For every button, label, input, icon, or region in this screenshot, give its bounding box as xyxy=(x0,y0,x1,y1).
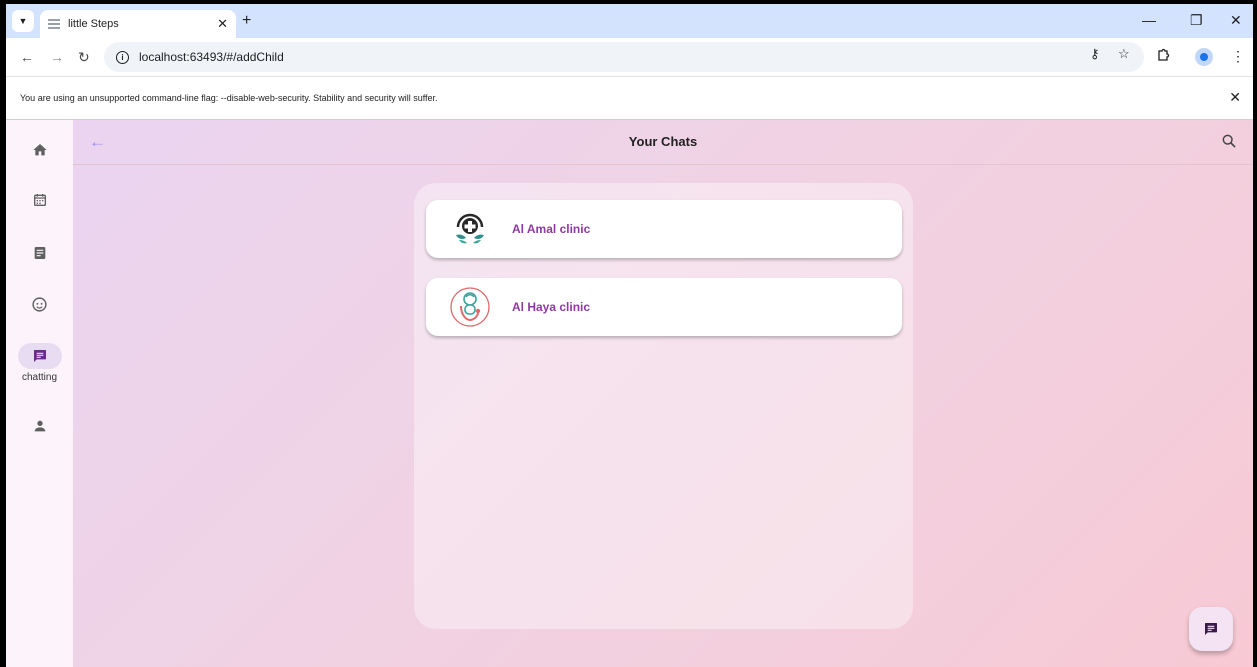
new-tab-button[interactable]: + xyxy=(242,12,251,30)
extensions-icon[interactable] xyxy=(1156,48,1170,65)
message-icon xyxy=(1205,623,1217,635)
nav-item-chatting[interactable]: chatting xyxy=(6,343,73,383)
url-text: localhost:63493/#/addChild xyxy=(139,50,284,64)
tab-strip: ▼ little Steps ✕ + — ❐ ✕ xyxy=(6,4,1253,38)
address-bar[interactable]: i localhost:63493/#/addChild xyxy=(104,42,1144,72)
nav-label-chatting: chatting xyxy=(21,372,58,383)
face-icon xyxy=(18,291,62,317)
chat-item-al-haya[interactable]: Al Haya clinic xyxy=(426,278,902,336)
browser-window: ▼ little Steps ✕ + — ❐ ✕ ← → ↻ i localho… xyxy=(6,4,1253,667)
chat-icon xyxy=(17,343,62,369)
person-icon xyxy=(18,413,62,439)
chat-item-al-amal[interactable]: Al Amal clinic xyxy=(426,200,902,258)
navigation-rail: chatting xyxy=(6,120,73,667)
nav-item-calendar[interactable] xyxy=(6,187,73,213)
site-info-icon[interactable]: i xyxy=(116,50,129,64)
warning-infobar: You are using an unsupported command-lin… xyxy=(6,76,1253,120)
browser-menu-icon[interactable]: ⋮ xyxy=(1231,48,1245,65)
browser-toolbar: ← → ↻ i localhost:63493/#/addChild ⚷ ☆ ⋮ xyxy=(6,38,1253,76)
chat-name: Al Haya clinic xyxy=(512,300,591,314)
restore-icon[interactable]: ❐ xyxy=(1190,12,1203,29)
nav-item-articles[interactable] xyxy=(6,240,73,266)
browser-tab[interactable]: little Steps ✕ xyxy=(40,10,236,38)
password-key-icon[interactable]: ⚷ xyxy=(1090,46,1100,62)
chat-name: Al Amal clinic xyxy=(512,222,591,236)
app-viewport: chatting ← Your Chats Al Amal clinic Al … xyxy=(6,120,1253,667)
profile-avatar-icon[interactable] xyxy=(1195,48,1213,66)
home-icon xyxy=(18,137,62,163)
forward-nav-icon[interactable]: → xyxy=(50,49,64,65)
tab-search-button[interactable]: ▼ xyxy=(12,10,34,32)
baby-stethoscope-logo-icon xyxy=(448,285,492,329)
new-chat-fab[interactable] xyxy=(1189,607,1233,651)
chat-list-panel: Al Amal clinic Al Haya clinic xyxy=(414,183,913,629)
medical-cross-logo-icon xyxy=(448,207,492,251)
app-bar: ← Your Chats xyxy=(73,120,1253,165)
calendar-icon xyxy=(18,187,62,213)
back-nav-icon[interactable]: ← xyxy=(20,49,34,65)
article-icon xyxy=(18,240,62,266)
bookmark-star-icon[interactable]: ☆ xyxy=(1118,46,1130,62)
close-window-icon[interactable]: ✕ xyxy=(1230,12,1242,29)
nav-item-home[interactable] xyxy=(6,137,73,163)
page-favicon-icon xyxy=(48,19,60,29)
nav-item-child[interactable] xyxy=(6,291,73,317)
chats-screen: ← Your Chats Al Amal clinic Al Haya clin… xyxy=(73,120,1253,667)
tab-title: little Steps xyxy=(68,18,119,30)
close-tab-icon[interactable]: ✕ xyxy=(217,16,228,32)
reload-icon[interactable]: ↻ xyxy=(78,49,90,66)
infobar-close-icon[interactable]: ✕ xyxy=(1229,89,1241,106)
page-title: Your Chats xyxy=(628,134,698,149)
nav-item-profile[interactable] xyxy=(6,413,73,439)
search-icon[interactable] xyxy=(1221,133,1237,154)
infobar-message: You are using an unsupported command-lin… xyxy=(20,93,438,103)
minimize-icon[interactable]: — xyxy=(1142,12,1156,28)
